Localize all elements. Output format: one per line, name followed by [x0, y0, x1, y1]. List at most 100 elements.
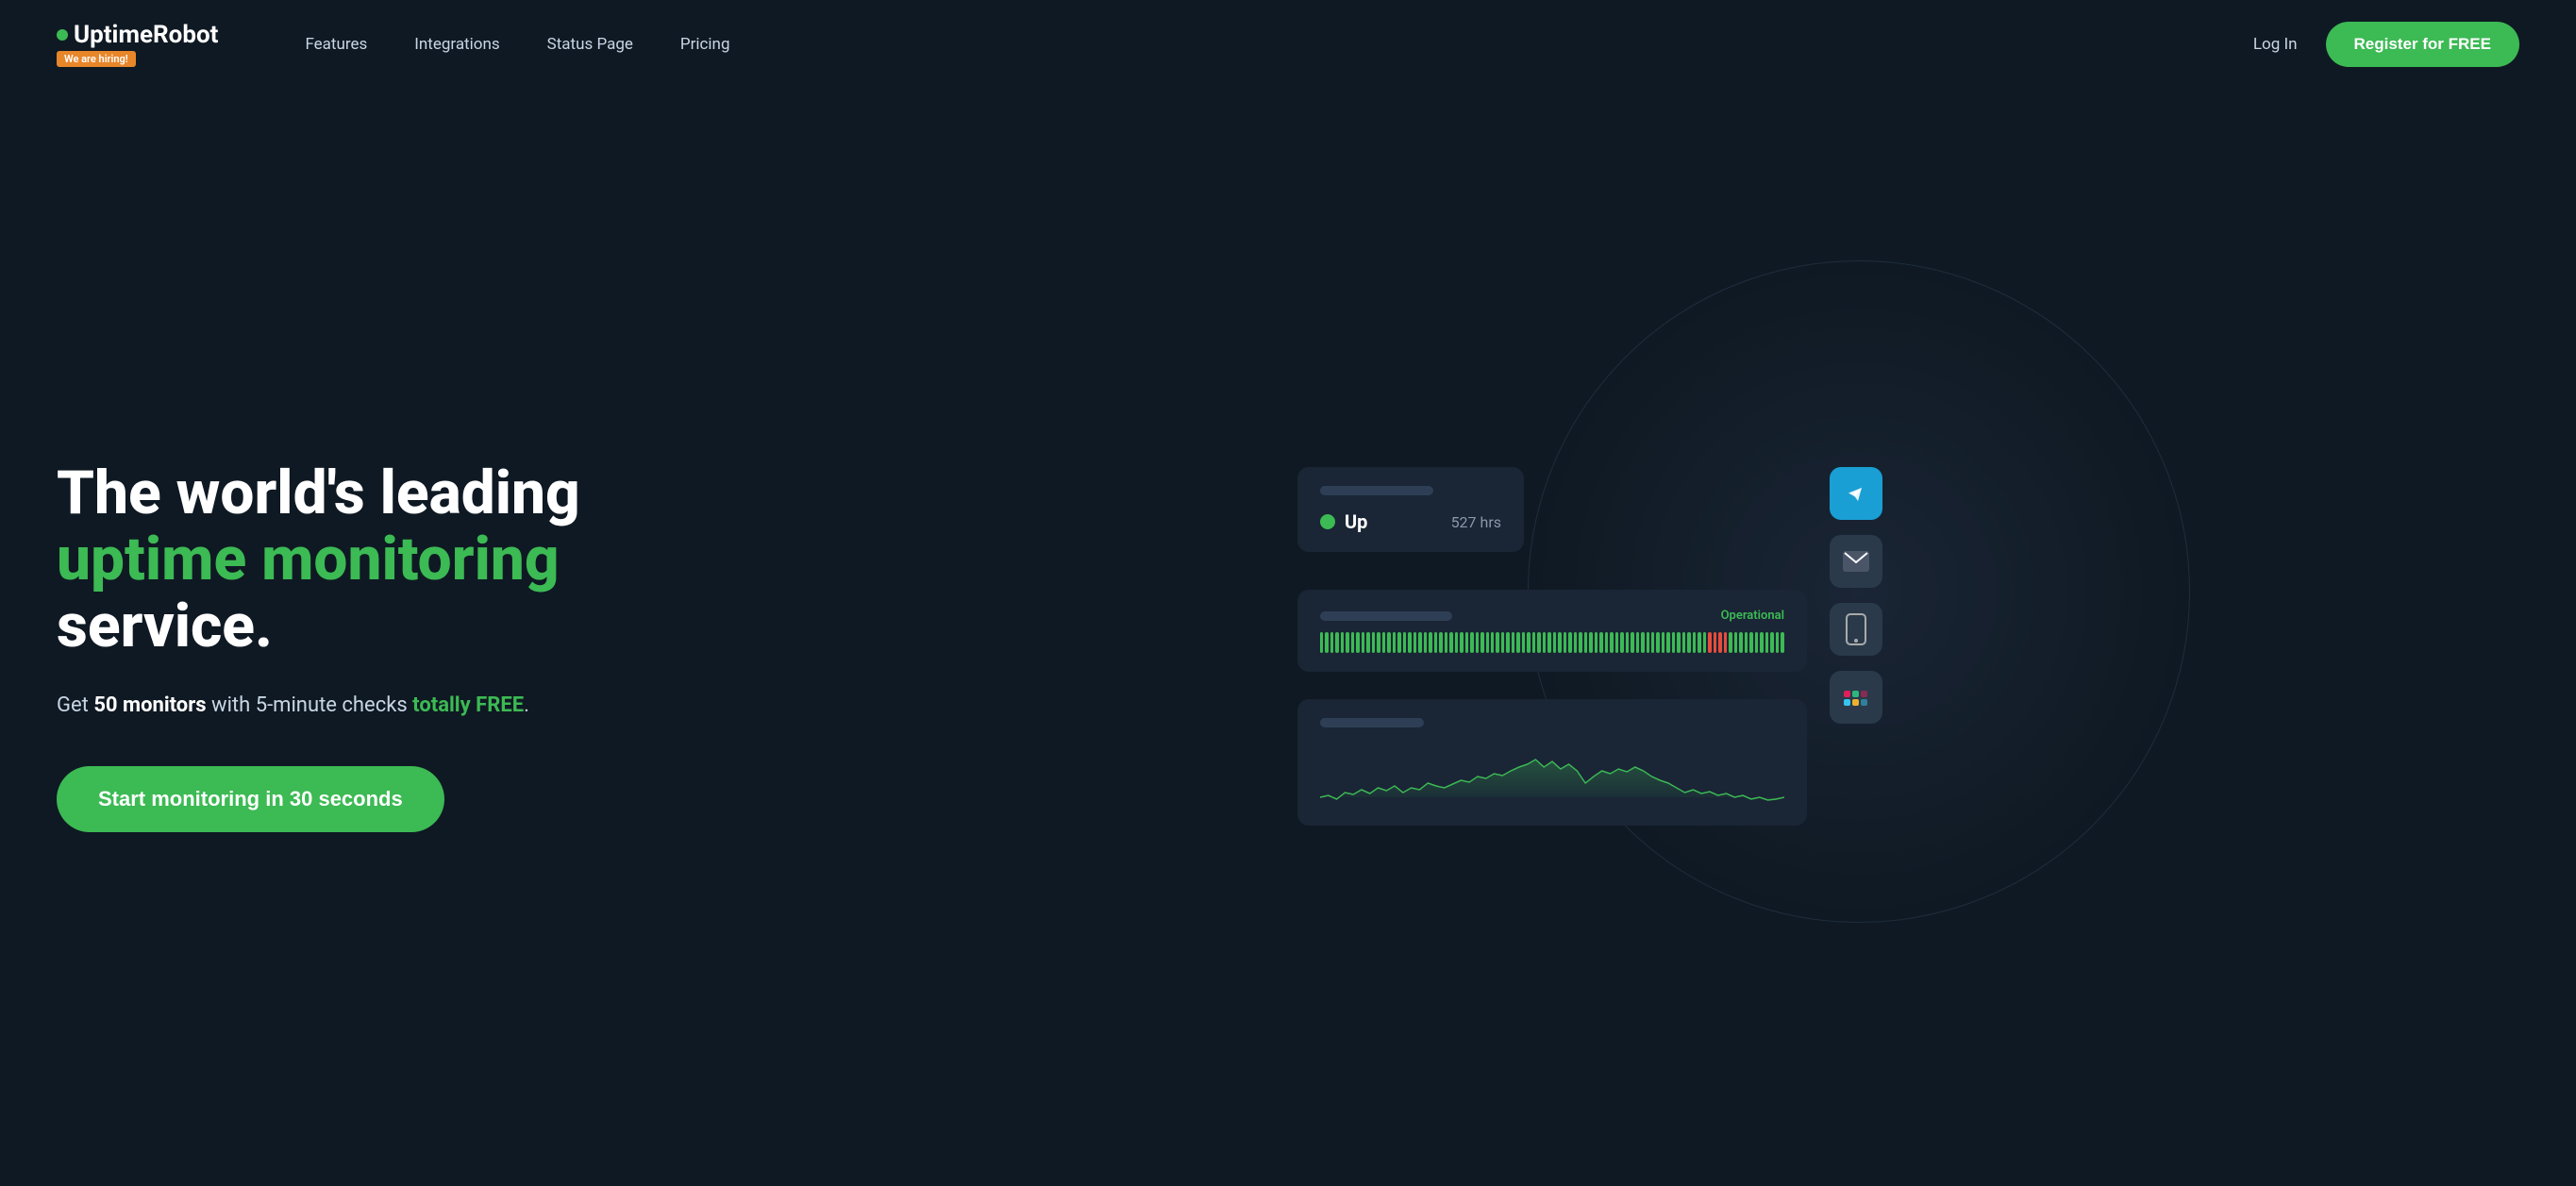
- uptime-bar: [1776, 632, 1779, 653]
- logo-dot: [57, 29, 68, 41]
- hiring-badge[interactable]: We are hiring!: [57, 51, 136, 67]
- uptime-bar: [1362, 632, 1364, 653]
- uptime-bar: [1465, 632, 1468, 653]
- uptime-bar: [1532, 632, 1535, 653]
- uptime-bar: [1647, 632, 1649, 653]
- uptime-bar: [1496, 632, 1498, 653]
- mobile-icon: [1830, 603, 1882, 656]
- response-time-chart: [1320, 741, 1784, 807]
- uptime-bar: [1460, 632, 1463, 653]
- status-dot-green: [1320, 514, 1335, 529]
- uptime-bar: [1382, 632, 1385, 653]
- uptime-bar: [1346, 632, 1348, 653]
- uptime-bar: [1470, 632, 1473, 653]
- uptime-bar: [1568, 632, 1571, 653]
- operational-label: Operational: [1721, 609, 1784, 623]
- uptime-bar: [1641, 632, 1644, 653]
- uptime-bar: [1610, 632, 1613, 653]
- uptime-bar: [1589, 632, 1592, 653]
- uptime-bar: [1651, 632, 1654, 653]
- uptime-bar: [1682, 632, 1685, 653]
- uptime-bar: [1418, 632, 1421, 653]
- uptime-bar: [1434, 632, 1437, 653]
- uptime-bar: [1537, 632, 1540, 653]
- uptime-bar: [1745, 632, 1748, 653]
- integration-icons: [1830, 467, 1882, 724]
- uptime-bar: [1781, 632, 1783, 653]
- chart-area: [1320, 741, 1784, 807]
- monitor-card: Up 527 hrs: [1297, 467, 1524, 552]
- logo: UptimeRobot We are hiring!: [57, 21, 218, 67]
- uptime-bar: [1579, 632, 1581, 653]
- logo-text: UptimeRobot: [57, 21, 218, 49]
- register-button[interactable]: Register for FREE: [2326, 22, 2519, 67]
- chart-card-label-bar: [1320, 718, 1424, 727]
- nav-link-features[interactable]: Features: [305, 35, 367, 54]
- nav-link-pricing[interactable]: Pricing: [680, 35, 730, 54]
- uptime-bar: [1636, 632, 1639, 653]
- uptime-bar: [1325, 632, 1328, 653]
- dashboard-mockup: Up 527 hrs: [1297, 467, 1882, 826]
- nav-right: Log In Register for FREE: [2253, 22, 2519, 67]
- uptime-bar: [1760, 632, 1763, 653]
- uptime-bar: [1739, 632, 1742, 653]
- uptime-bar: [1449, 632, 1452, 653]
- chart-card: [1297, 699, 1807, 826]
- uptime-bar: [1522, 632, 1525, 653]
- uptime-bar: [1366, 632, 1369, 653]
- uptime-bar: [1558, 632, 1561, 653]
- uptime-bar: [1631, 632, 1633, 653]
- uptime-bar: [1677, 632, 1680, 653]
- uptime-bar: [1666, 632, 1669, 653]
- uptime-bar: [1595, 632, 1597, 653]
- uptime-bar: [1749, 632, 1752, 653]
- uptime-bar: [1397, 632, 1400, 653]
- uptime-bar: [1672, 632, 1675, 653]
- uptime-bar: [1599, 632, 1602, 653]
- uptime-bar: [1320, 632, 1323, 653]
- uptime-bar: [1615, 632, 1618, 653]
- uptime-bar: [1335, 632, 1338, 653]
- uptime-bar: [1553, 632, 1556, 653]
- uptime-bar: [1543, 632, 1546, 653]
- monitor-card-bar: [1320, 486, 1433, 495]
- uptime-bar: [1403, 632, 1406, 653]
- uptime-bar: [1506, 632, 1509, 653]
- uptime-bar: [1755, 632, 1758, 653]
- uptime-bar: [1516, 632, 1519, 653]
- uptime-bar: [1620, 632, 1623, 653]
- nav-link-status-page[interactable]: Status Page: [547, 35, 633, 54]
- hero-section: The world's leading uptime monitoring se…: [0, 88, 2576, 1186]
- uptime-bar: [1455, 632, 1458, 653]
- status-bar-label-bar: [1320, 611, 1452, 621]
- uptime-bar: [1729, 632, 1731, 653]
- uptime-bar: [1626, 632, 1629, 653]
- uptime-bar: [1656, 632, 1659, 653]
- uptime-bar: [1439, 632, 1442, 653]
- uptime-bar: [1547, 632, 1550, 653]
- uptime-bar: [1377, 632, 1380, 653]
- navbar: UptimeRobot We are hiring! Features Inte…: [0, 0, 2576, 88]
- slack-icon: [1830, 671, 1882, 724]
- uptime-bar: [1574, 632, 1577, 653]
- monitor-hours: 527 hrs: [1451, 513, 1501, 531]
- uptime-bar: [1718, 632, 1721, 653]
- email-icon: [1830, 535, 1882, 588]
- uptime-bar: [1476, 632, 1479, 653]
- uptime-bar: [1734, 632, 1737, 653]
- uptime-bar: [1486, 632, 1489, 653]
- cta-button[interactable]: Start monitoring in 30 seconds: [57, 766, 444, 832]
- uptime-bar: [1605, 632, 1608, 653]
- status-up-label: Up: [1345, 510, 1367, 533]
- uptime-bar: [1330, 632, 1333, 653]
- uptime-bar: [1765, 632, 1768, 653]
- telegram-icon: [1830, 467, 1882, 520]
- status-bar-card: Operational: [1297, 590, 1807, 672]
- uptime-bar: [1351, 632, 1354, 653]
- nav-link-integrations[interactable]: Integrations: [414, 35, 499, 54]
- uptime-bar: [1424, 632, 1427, 653]
- uptime-bar: [1693, 632, 1696, 653]
- nav-left: UptimeRobot We are hiring! Features Inte…: [57, 21, 730, 67]
- uptime-bar: [1429, 632, 1431, 653]
- login-link[interactable]: Log In: [2253, 35, 2298, 54]
